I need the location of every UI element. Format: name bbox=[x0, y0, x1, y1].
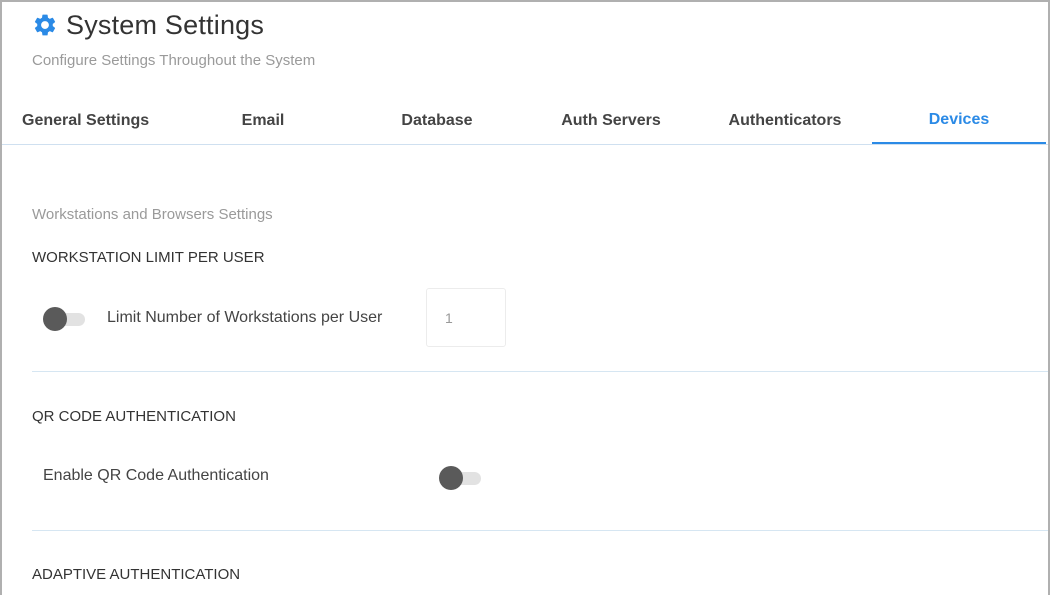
workstation-limit-heading: WORKSTATION LIMIT PER USER bbox=[32, 249, 265, 266]
adaptive-auth-heading: ADAPTIVE AUTHENTICATION bbox=[32, 566, 241, 583]
qr-code-toggle[interactable] bbox=[439, 466, 483, 490]
gear-icon bbox=[32, 12, 58, 38]
section-caption: Workstations and Browsers Settings bbox=[32, 206, 273, 223]
section-divider bbox=[32, 371, 1048, 372]
workstation-limit-label: Limit Number of Workstations per User bbox=[107, 309, 383, 326]
toggle-knob bbox=[439, 466, 463, 490]
workstation-limit-input[interactable] bbox=[426, 288, 506, 347]
settings-window: System Settings Configure Settings Throu… bbox=[0, 0, 1050, 595]
tab-devices[interactable]: Devices bbox=[872, 98, 1046, 144]
section-divider bbox=[32, 530, 1048, 531]
page-title: System Settings bbox=[66, 9, 265, 40]
tab-authenticators[interactable]: Authenticators bbox=[698, 98, 872, 144]
settings-tabs: General Settings Email Database Auth Ser… bbox=[2, 98, 1048, 145]
tab-email[interactable]: Email bbox=[176, 98, 350, 144]
tab-general-settings[interactable]: General Settings bbox=[2, 98, 176, 144]
page-subtitle: Configure Settings Throughout the System bbox=[32, 52, 316, 69]
tab-database[interactable]: Database bbox=[350, 98, 524, 144]
workstation-limit-toggle[interactable] bbox=[43, 307, 87, 331]
qr-code-heading: QR CODE AUTHENTICATION bbox=[32, 408, 236, 425]
toggle-knob bbox=[43, 307, 67, 331]
title-row: System Settings bbox=[32, 8, 264, 42]
tab-auth-servers[interactable]: Auth Servers bbox=[524, 98, 698, 144]
qr-code-label: Enable QR Code Authentication bbox=[43, 467, 269, 484]
page-header: System Settings bbox=[32, 8, 264, 42]
